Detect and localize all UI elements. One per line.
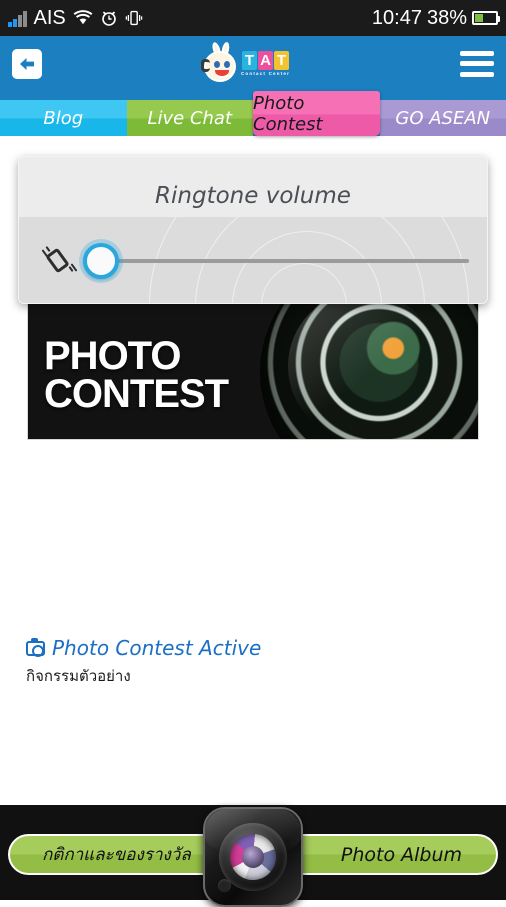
bottom-toolbar: กติกาและของรางวัล Photo Album (0, 805, 506, 900)
carrier-label: AIS (34, 7, 66, 30)
tab-bar: Blog Live Chat Photo Contest GO ASEAN (0, 91, 506, 136)
hamburger-menu-icon[interactable] (460, 51, 494, 77)
photo-album-button[interactable]: Photo Album (341, 844, 462, 866)
logo-subtitle: Contact Center (241, 71, 290, 76)
tab-photo-contest-label: Photo Contest (253, 93, 380, 135)
status-bar-left: AIS (8, 7, 143, 30)
back-arrow-icon (17, 55, 37, 73)
logo-letter-3: T (274, 51, 289, 70)
tab-go-asean-label: GO ASEAN (395, 108, 490, 129)
banner-line-1: PHOTO (44, 337, 228, 375)
logo-letter-1: T (242, 51, 257, 70)
status-bar: AIS 10:47 38% (0, 0, 506, 36)
contest-title-label: Photo Contest Active (52, 636, 261, 660)
tat-logo-letters: T A T Contact Center (241, 51, 290, 76)
volume-slider-thumb[interactable] (83, 243, 119, 279)
vibrate-mode-icon (125, 9, 143, 27)
contest-list-item[interactable]: Photo Contest Active กิจกรรมตัวอย่าง (26, 636, 466, 688)
tab-blog-label: Blog (43, 108, 83, 129)
tab-live-chat[interactable]: Live Chat (127, 100, 254, 136)
ringtone-volume-dialog: Ringtone volume (18, 156, 488, 304)
mascot-headset-icon (200, 43, 240, 85)
tab-go-asean[interactable]: GO ASEAN (380, 100, 506, 136)
contest-subtitle-label: กิจกรรมตัวอย่าง (26, 664, 466, 688)
volume-dialog-title: Ringtone volume (19, 157, 487, 209)
camera-button-icon[interactable] (203, 807, 303, 907)
rules-and-prizes-button[interactable]: กติกาและของรางวัล (42, 841, 191, 868)
app-header: T A T Contact Center (0, 36, 506, 91)
contest-title-row: Photo Contest Active (26, 636, 466, 660)
signal-bars-icon (8, 10, 27, 27)
banner-line-2: CONTEST (44, 375, 228, 413)
camera-lens-inner (230, 834, 276, 880)
camera-corner-dot (218, 879, 231, 892)
alarm-icon (100, 9, 118, 27)
lens-gloss (288, 300, 438, 440)
tab-photo-contest[interactable]: Photo Contest (253, 91, 380, 136)
photo-contest-banner[interactable]: PHOTO CONTEST (27, 300, 479, 440)
logo-letter-2: A (258, 51, 273, 70)
volume-slider-track[interactable] (103, 259, 469, 263)
tab-blog[interactable]: Blog (0, 100, 127, 136)
camera-icon (26, 641, 45, 656)
volume-slider[interactable] (85, 241, 469, 281)
vibrate-icon[interactable] (45, 246, 75, 276)
back-button[interactable] (12, 49, 42, 79)
banner-text: PHOTO CONTEST (44, 337, 228, 414)
clock-label: 10:47 (372, 7, 422, 30)
volume-slider-row (19, 217, 487, 304)
status-bar-right: 10:47 38% (372, 7, 498, 30)
app-logo: T A T Contact Center (200, 43, 290, 85)
battery-icon (472, 11, 498, 25)
battery-percent-label: 38% (427, 7, 467, 30)
tab-live-chat-label: Live Chat (147, 108, 232, 129)
wifi-icon (73, 10, 93, 26)
